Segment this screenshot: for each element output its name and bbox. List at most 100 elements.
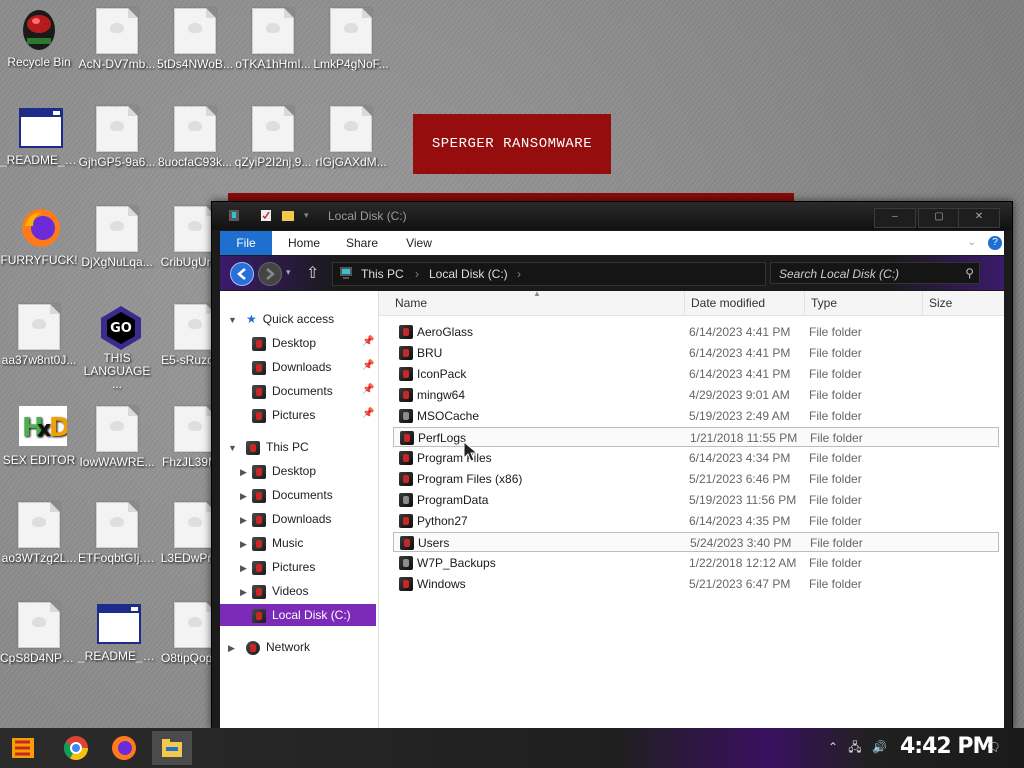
desktop-icon-file[interactable]: IowWAWRE... xyxy=(78,406,156,469)
table-row[interactable]: Windows 5/21/2023 6:47 PM File folder xyxy=(393,574,999,594)
table-row[interactable]: AeroGlass 6/14/2023 4:41 PM File folder xyxy=(393,322,999,342)
taskbar-chrome[interactable] xyxy=(62,734,90,762)
column-date-modified[interactable]: Date modified xyxy=(685,291,805,315)
show-hidden-icons-icon[interactable]: ⌃ xyxy=(826,740,840,754)
expand-icon[interactable]: ▶ xyxy=(240,539,247,550)
table-row[interactable]: Program Files (x86) 5/21/2023 6:46 PM File… xyxy=(393,469,999,489)
videos-icon xyxy=(252,584,266,599)
pin-icon: 📌 xyxy=(362,384,375,395)
expand-icon[interactable]: ▶ xyxy=(240,467,247,478)
expand-ribbon-chevron-icon[interactable]: ⌄ xyxy=(968,237,976,248)
nav-this-pc[interactable]: This PC xyxy=(246,436,309,458)
desktop-icon-file[interactable]: DjXgNuLqa... xyxy=(78,206,156,269)
file-icon xyxy=(174,304,216,350)
svg-text:GO: GO xyxy=(110,321,132,336)
title-bar[interactable]: ▾ Local Disk (C:) – ▢ ✕ xyxy=(212,202,1012,230)
desktop-icon-file[interactable]: ao3WTzg2L... xyxy=(0,502,78,565)
nav-pc-videos[interactable]: Videos xyxy=(252,580,308,602)
expand-icon[interactable]: ▶ xyxy=(240,515,247,526)
network-status-icon[interactable]: 🖧 xyxy=(848,740,862,754)
collapse-this-pc-icon[interactable]: ▼ xyxy=(228,443,237,453)
action-center-icon[interactable]: 🗨 xyxy=(984,740,1002,754)
desktop-icon-file[interactable]: aa37w8nt0J... xyxy=(0,304,78,367)
nav-pc-documents[interactable]: Documents xyxy=(252,484,333,506)
desktop-icon-file[interactable]: rIGjGAXdM... xyxy=(312,106,390,169)
close-button[interactable]: ✕ xyxy=(958,208,1000,228)
up-arrow-icon[interactable]: ⇧ xyxy=(306,263,319,283)
taskbar-firefox[interactable] xyxy=(110,734,138,762)
nav-pc-pictures[interactable]: Pictures xyxy=(252,556,315,578)
taskbar-clock[interactable]: 4:42 PM xyxy=(900,734,994,759)
minimize-button[interactable]: – xyxy=(874,208,916,228)
desktop-icon-firefox[interactable]: FURRYFUCK! xyxy=(0,206,78,267)
desktop-icon-file[interactable]: GjhGP5-9a6... xyxy=(78,106,156,169)
table-row[interactable]: Program Files 6/14/2023 4:34 PM File folde… xyxy=(393,448,999,468)
pictures-icon xyxy=(252,560,266,575)
desktop-icon-file[interactable]: qZyiP2I2nj,9... xyxy=(234,106,312,169)
tab-home[interactable]: Home xyxy=(284,231,324,255)
table-row[interactable]: W7P_Backups 1/22/2018 12:12 AM File folder xyxy=(393,553,999,573)
nav-quick-access[interactable]: ★ Quick access xyxy=(246,308,376,330)
new-folder-icon[interactable] xyxy=(282,209,294,222)
nav-quick-documents[interactable]: Documents 📌 xyxy=(252,380,376,402)
expand-icon[interactable]: ▶ xyxy=(240,491,247,502)
desktop-icon-recycle-bin[interactable]: Recycle Bin xyxy=(0,8,78,69)
taskbar-file-explorer[interactable] xyxy=(152,731,192,765)
desktop-icon-file[interactable]: AcN-DV7mb... xyxy=(78,8,156,71)
file-icon xyxy=(252,8,294,54)
tab-view[interactable]: View xyxy=(400,231,438,255)
quick-access-toolbar-chevron-icon[interactable]: ▾ xyxy=(304,210,309,221)
nav-quick-downloads[interactable]: Downloads 📌 xyxy=(252,356,376,378)
table-row[interactable]: IconPack 6/14/2023 4:41 PM File folder xyxy=(393,364,999,384)
desktop-icon-readme[interactable]: _README_5... xyxy=(0,106,78,167)
desktop-icon-go-language[interactable]: GO THIS LANGUAGE ... xyxy=(78,304,156,391)
expand-icon[interactable]: ▶ xyxy=(240,587,247,598)
table-row[interactable]: PerfLogs 1/21/2018 11:55 PM File folder xyxy=(393,427,999,447)
nav-pc-local-disk[interactable]: Local Disk (C:) xyxy=(220,604,376,626)
collapse-quick-access-icon[interactable]: ▼ xyxy=(228,315,237,325)
file-explorer-window[interactable]: ▾ Local Disk (C:) – ▢ ✕ File Home Share … xyxy=(211,201,1013,730)
column-name[interactable]: Name xyxy=(389,291,685,315)
nav-network[interactable]: Network xyxy=(246,636,310,658)
desktop-icon-hxd-editor[interactable]: HxD SEX EDITOR xyxy=(0,406,78,467)
help-button[interactable]: ? xyxy=(988,236,1002,250)
table-row[interactable]: ProgramData 5/19/2023 11:56 PM File folder xyxy=(393,490,999,510)
breadcrumb-separator-icon: › xyxy=(517,267,521,281)
column-type[interactable]: Type xyxy=(805,291,923,315)
back-button[interactable] xyxy=(230,262,254,286)
nav-pc-downloads[interactable]: Downloads xyxy=(252,508,331,530)
breadcrumb-local-disk[interactable]: Local Disk (C:) xyxy=(429,267,508,281)
column-size[interactable]: Size xyxy=(923,291,1003,315)
desktop-icon-file[interactable]: 8uocfaC93k... xyxy=(156,106,234,169)
table-row[interactable]: Python27 6/14/2023 4:35 PM File folder xyxy=(393,511,999,531)
start-button[interactable] xyxy=(10,734,38,762)
desktop-icon-readme[interactable]: _README_9... xyxy=(78,602,156,663)
properties-icon[interactable] xyxy=(260,209,272,222)
desktop-icon-file[interactable]: ETFoqbtGIj.9... xyxy=(78,502,156,565)
forward-button[interactable] xyxy=(258,262,282,286)
desktop-icon-file[interactable]: 5tDs4NWoB... xyxy=(156,8,234,71)
file-icon xyxy=(174,602,216,648)
folder-icon xyxy=(399,367,413,381)
table-row[interactable]: mingw64 4/29/2023 9:01 AM File folder xyxy=(393,385,999,405)
desktop-icon-file[interactable]: CpS8D4NPn... xyxy=(0,602,78,665)
desktop-icon-file[interactable]: LmkP4gNoF... xyxy=(312,8,390,71)
nav-pc-music[interactable]: Music xyxy=(252,532,303,554)
nav-quick-desktop[interactable]: Desktop 📌 xyxy=(252,332,376,354)
search-input[interactable]: Search Local Disk (C:) xyxy=(770,262,980,284)
table-row[interactable]: MSOCache 5/19/2023 2:49 AM File folder xyxy=(393,406,999,426)
breadcrumb-this-pc[interactable]: This PC xyxy=(361,267,404,281)
volume-icon[interactable]: 🔊 xyxy=(872,740,887,754)
breadcrumb[interactable]: This PC › Local Disk (C:) › xyxy=(332,262,766,286)
expand-network-icon[interactable]: ▶ xyxy=(228,643,235,654)
desktop-icon-file[interactable]: oTKA1hHmI... xyxy=(234,8,312,71)
expand-icon[interactable]: ▶ xyxy=(240,563,247,574)
table-row[interactable]: BRU 6/14/2023 4:41 PM File folder xyxy=(393,343,999,363)
nav-quick-pictures[interactable]: Pictures 📌 xyxy=(252,404,376,426)
recent-locations-chevron-icon[interactable]: ▾ xyxy=(286,267,291,278)
maximize-button[interactable]: ▢ xyxy=(918,208,960,228)
nav-pc-desktop[interactable]: Desktop xyxy=(252,460,316,482)
tab-share[interactable]: Share xyxy=(340,231,384,255)
table-row[interactable]: Users 5/24/2023 3:40 PM File folder xyxy=(393,532,999,552)
tab-file[interactable]: File xyxy=(220,231,272,255)
